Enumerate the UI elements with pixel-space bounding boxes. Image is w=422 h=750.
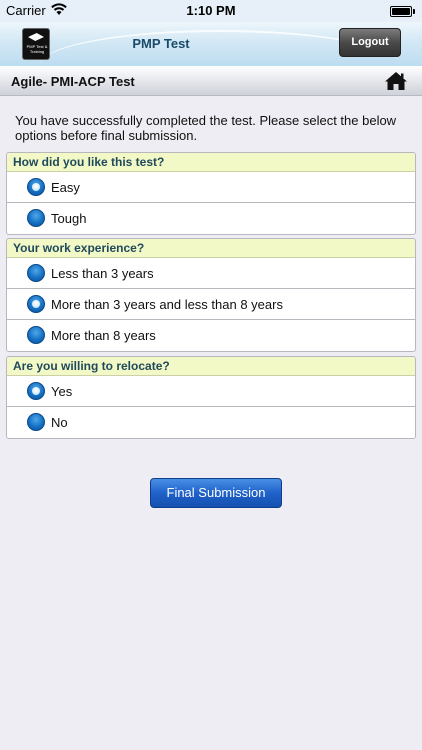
radio-unselected[interactable] <box>27 264 45 282</box>
battery-icon <box>390 6 415 17</box>
app-title: PMP Test <box>132 36 190 51</box>
radio-unselected[interactable] <box>27 209 45 227</box>
radio-unselected[interactable] <box>27 326 45 344</box>
option-easy[interactable]: Easy <box>7 172 415 203</box>
question-header: Your work experience? <box>7 239 415 258</box>
option-label: Easy <box>51 180 80 195</box>
page-title: Agile- PMI-ACP Test <box>11 74 135 89</box>
option-label: Less than 3 years <box>51 266 154 281</box>
radio-unselected[interactable] <box>27 413 45 431</box>
final-submission-button[interactable]: Final Submission <box>150 478 282 508</box>
radio-selected[interactable] <box>27 178 45 196</box>
option-label: No <box>51 415 68 430</box>
status-time: 1:10 PM <box>186 3 236 18</box>
page-title-bar: Agile- PMI-ACP Test <box>0 66 422 96</box>
radio-selected[interactable] <box>27 382 45 400</box>
option-tough[interactable]: Tough <box>7 203 415 234</box>
question-header: Are you willing to relocate? <box>7 357 415 376</box>
question-group-test-rating: How did you like this test? Easy Tough <box>6 152 416 235</box>
logout-button[interactable]: Logout <box>339 28 401 57</box>
intro-text: You have successfully completed the test… <box>15 113 397 143</box>
question-group-relocate: Are you willing to relocate? Yes No <box>6 356 416 439</box>
option-3-to-8[interactable]: More than 3 years and less than 8 years <box>7 289 415 320</box>
option-no[interactable]: No <box>7 407 415 438</box>
question-group-work-experience: Your work experience? Less than 3 years … <box>6 238 416 352</box>
status-bar: Carrier 1:10 PM <box>0 0 422 22</box>
home-icon[interactable] <box>384 71 408 91</box>
option-label: More than 3 years and less than 8 years <box>51 297 283 312</box>
option-label: More than 8 years <box>51 328 156 343</box>
option-more-than-8[interactable]: More than 8 years <box>7 320 415 351</box>
option-yes[interactable]: Yes <box>7 376 415 407</box>
option-label: Yes <box>51 384 73 399</box>
question-header: How did you like this test? <box>7 153 415 172</box>
radio-selected[interactable] <box>27 295 45 313</box>
option-label: Tough <box>51 211 87 226</box>
option-less-than-3[interactable]: Less than 3 years <box>7 258 415 289</box>
app-header: PMP Test & Training PMP Test Logout <box>0 22 422 66</box>
